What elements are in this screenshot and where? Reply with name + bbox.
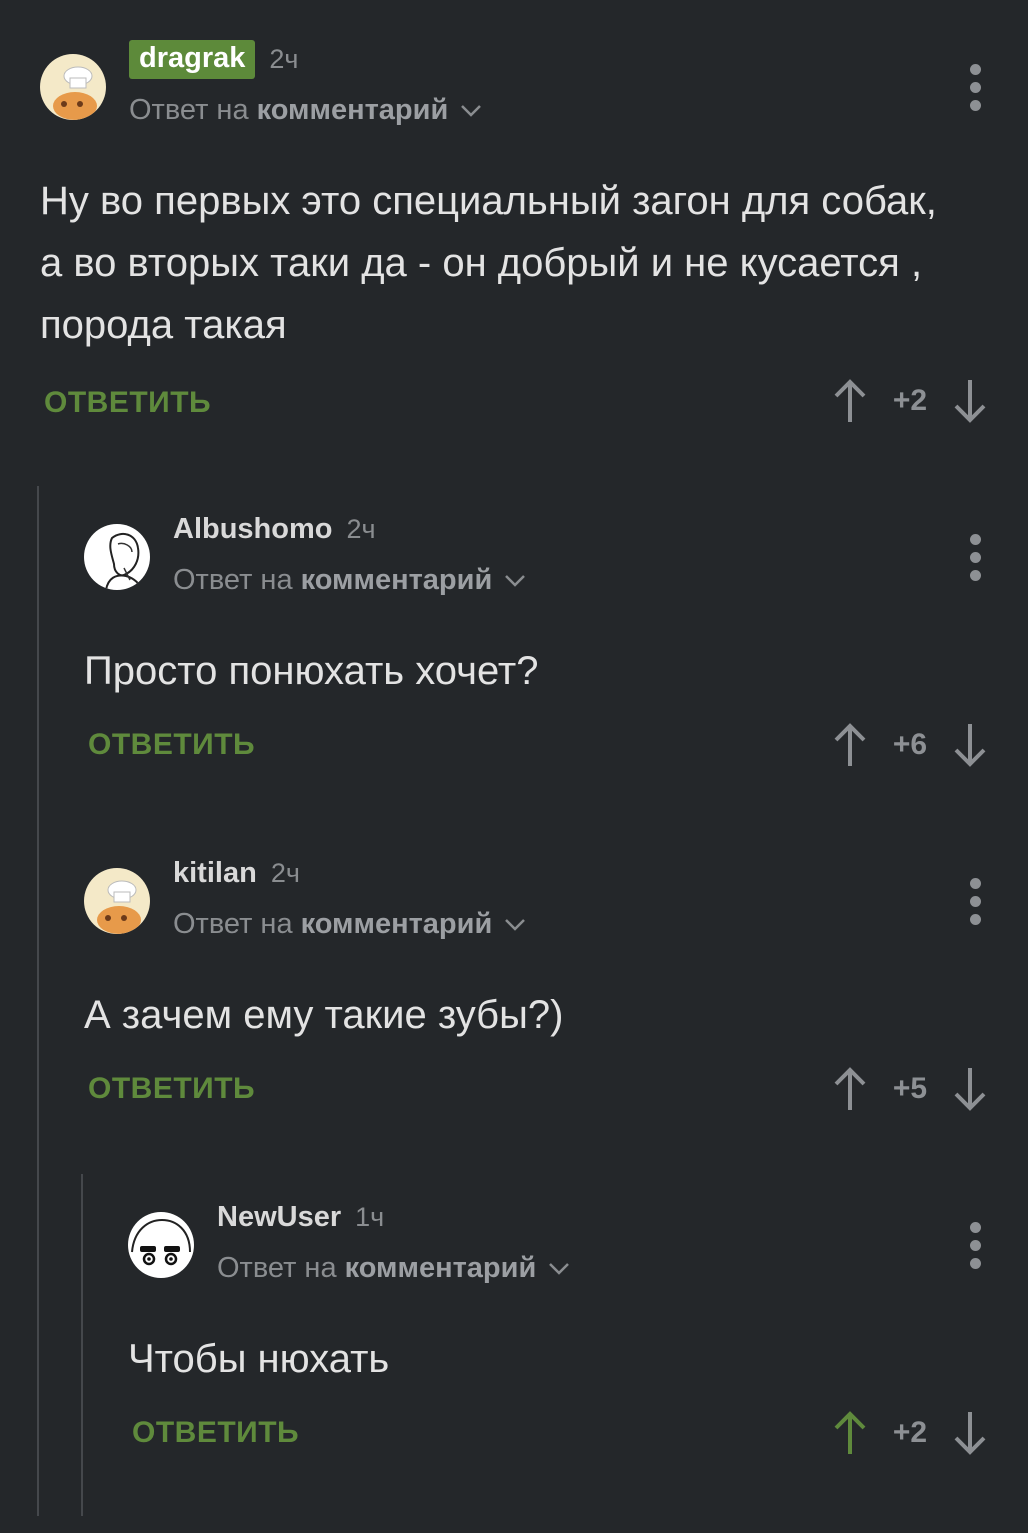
timestamp: 2ч — [270, 857, 300, 888]
reply-to-target: комментарий — [344, 1252, 537, 1284]
comment-meta: kitilan 2ч Ответ на комментарий — [173, 850, 526, 941]
comment: NewUser 1ч Ответ на комментарий Чтобы ню… — [128, 1194, 1028, 1474]
comment-meta: NewUser 1ч Ответ на комментарий — [217, 1194, 570, 1285]
comment-text: А зачем ему такие зубы?) — [84, 993, 564, 1037]
chevron-down-icon — [505, 574, 526, 587]
thread-line-level-2 — [81, 1174, 83, 1516]
avatar-chef-icon — [40, 54, 106, 120]
more-dots-icon[interactable] — [968, 878, 982, 925]
reply-button[interactable]: ОТВЕТИТЬ — [132, 1416, 299, 1450]
vote-score: +2 — [892, 384, 928, 417]
username[interactable]: Albushomo — [173, 513, 333, 546]
reply-to-link[interactable]: Ответ на комментарий — [129, 94, 482, 127]
downvote-arrow-icon[interactable] — [952, 1066, 988, 1112]
more-dots-icon[interactable] — [968, 64, 982, 111]
comment: Albushomo 2ч Ответ на комментарий Просто… — [84, 506, 1028, 786]
downvote-arrow-icon[interactable] — [952, 722, 988, 768]
comment-meta: Albushomo 2ч Ответ на комментарий — [173, 506, 526, 597]
reply-to-link[interactable]: Ответ на комментарий — [173, 564, 526, 597]
comment: kitilan 2ч Ответ на комментарий А зачем … — [84, 850, 1028, 1130]
username[interactable]: dragrak — [129, 39, 256, 79]
comment-text: Ну во первых это специальный загон для с… — [40, 179, 937, 347]
reply-to-prefix: Ответ на — [173, 908, 293, 940]
vote-controls: +2 — [832, 1410, 988, 1456]
timestamp: 2ч — [269, 43, 299, 74]
reply-button[interactable]: ОТВЕТИТЬ — [88, 1072, 255, 1106]
more-dots-icon[interactable] — [968, 534, 982, 581]
downvote-arrow-icon[interactable] — [952, 1410, 988, 1456]
chevron-down-icon — [461, 104, 482, 117]
reply-to-link[interactable]: Ответ на комментарий — [217, 1252, 570, 1285]
downvote-arrow-icon[interactable] — [952, 378, 988, 424]
timestamp: 1ч — [355, 1201, 385, 1232]
upvote-arrow-icon[interactable] — [832, 1066, 868, 1112]
reply-to-target: комментарий — [256, 94, 449, 126]
chevron-down-icon — [505, 918, 526, 931]
comment-text: Просто понюхать хочет? — [84, 649, 539, 693]
comment: dragrak 2ч Ответ на комментарий Ну во пе… — [40, 36, 1028, 436]
reply-to-prefix: Ответ на — [173, 564, 293, 596]
vote-controls: +6 — [832, 722, 988, 768]
vote-controls: +5 — [832, 1066, 988, 1112]
more-dots-icon[interactable] — [968, 1222, 982, 1269]
comment-meta: dragrak 2ч Ответ на комментарий — [129, 36, 482, 127]
timestamp: 2ч — [346, 513, 376, 544]
vote-score: +6 — [892, 728, 928, 761]
vote-controls: +2 — [832, 378, 988, 424]
avatar-face-icon — [128, 1212, 194, 1278]
username[interactable]: kitilan — [173, 857, 257, 890]
reply-to-link[interactable]: Ответ на комментарий — [173, 908, 526, 941]
avatar-sketch-icon — [84, 524, 150, 590]
username[interactable]: NewUser — [217, 1201, 341, 1234]
reply-to-prefix: Ответ на — [129, 94, 249, 126]
avatar[interactable] — [128, 1212, 194, 1278]
comment-text: Чтобы нюхать — [128, 1337, 390, 1381]
reply-to-prefix: Ответ на — [217, 1252, 337, 1284]
reply-to-target: комментарий — [300, 564, 493, 596]
avatar[interactable] — [84, 868, 150, 934]
reply-button[interactable]: ОТВЕТИТЬ — [44, 386, 211, 420]
chevron-down-icon — [549, 1262, 570, 1275]
avatar[interactable] — [40, 54, 106, 120]
reply-button[interactable]: ОТВЕТИТЬ — [88, 728, 255, 762]
upvote-arrow-icon[interactable] — [832, 1410, 868, 1456]
upvote-arrow-icon[interactable] — [832, 378, 868, 424]
thread-line-level-1 — [37, 486, 39, 1516]
avatar[interactable] — [84, 524, 150, 590]
vote-score: +2 — [892, 1416, 928, 1449]
avatar-chef-icon — [84, 868, 150, 934]
reply-to-target: комментарий — [300, 908, 493, 940]
upvote-arrow-icon[interactable] — [832, 722, 868, 768]
vote-score: +5 — [892, 1072, 928, 1105]
